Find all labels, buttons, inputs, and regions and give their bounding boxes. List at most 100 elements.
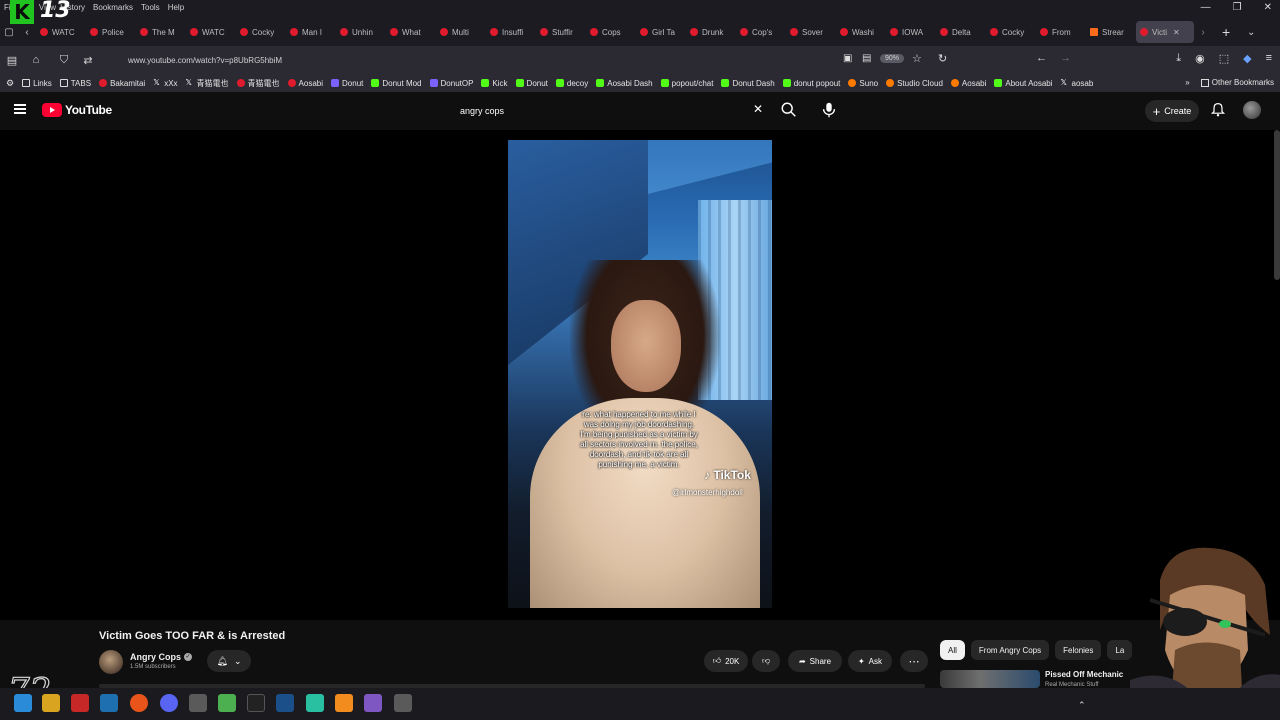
chip-felonies[interactable]: Felonies [1055, 640, 1102, 660]
guide-menu-icon[interactable] [14, 104, 26, 114]
browser-tab[interactable]: Girl Ta [636, 21, 686, 43]
browser-tab[interactable]: Unhin [336, 21, 386, 43]
reload-icon[interactable]: ↻ [938, 52, 947, 65]
bookmark-item[interactable]: Donut [331, 78, 363, 89]
notifications-bell-icon[interactable] [1210, 102, 1226, 118]
browser-tab[interactable]: Cocky [986, 21, 1036, 43]
bookmark-item[interactable]: Suno [848, 78, 878, 89]
app-icon-teal[interactable] [306, 694, 324, 712]
bookmark-item[interactable]: 𝕏aosab [1061, 78, 1094, 89]
bookmark-item[interactable]: Links [22, 78, 52, 89]
browser-tab[interactable]: Washi [836, 21, 886, 43]
bookmark-item[interactable]: popout/chat [660, 78, 713, 89]
restore-icon[interactable]: ❐ [1233, 2, 1242, 13]
extension-active-icon[interactable]: ◆ [1243, 52, 1251, 65]
browser-tab[interactable]: Drunk [686, 21, 736, 43]
bookmark-item[interactable]: Bakamitai [99, 78, 145, 89]
clear-search-icon[interactable]: ✕ [753, 102, 763, 116]
bookmarks-overflow-icon[interactable]: » [1185, 78, 1189, 87]
zoom-level-badge[interactable]: 90% [880, 54, 905, 63]
video-frame[interactable]: re: what happened to me while I was doin… [508, 140, 772, 608]
bookmark-star-icon[interactable]: ☆ [912, 52, 922, 65]
chip-from-angry-cops[interactable]: From Angry Cops [970, 640, 1050, 660]
home-icon[interactable]: ⌂ [24, 54, 48, 66]
back-icon[interactable]: ← [1036, 52, 1047, 64]
browser-tab[interactable]: From [1036, 21, 1086, 43]
chip-all[interactable]: All [940, 640, 965, 660]
browser-tab[interactable]: Strear [1086, 21, 1136, 43]
browser-tab[interactable]: Delta [936, 21, 986, 43]
browser-tab[interactable]: Cop's [736, 21, 786, 43]
browser-tab[interactable]: Stuffir [536, 21, 586, 43]
account-icon[interactable]: ◉ [1195, 52, 1205, 65]
address-bar[interactable]: www.youtube.com/watch?v=p8UbRG5hbiM 90% [128, 50, 958, 70]
recommended-title[interactable]: Pissed Off Mechanic [1045, 670, 1123, 679]
forward-icon[interactable]: → [1060, 52, 1071, 64]
bookmark-item[interactable]: donut popout [782, 78, 840, 89]
bookmark-item[interactable]: About Aosabi [994, 78, 1053, 89]
ask-button[interactable]: ✦ Ask [848, 650, 892, 672]
share-button[interactable]: ➦ Share [788, 650, 842, 672]
bookmark-item[interactable]: Aosabi [287, 78, 323, 89]
discord-icon[interactable] [160, 694, 178, 712]
bookmark-item[interactable]: DonutOP [429, 78, 473, 89]
recommended-thumbnail[interactable] [940, 670, 1040, 688]
bookmark-item[interactable]: Aosabi [950, 78, 986, 89]
bookmark-item[interactable]: Donut Mod [371, 78, 422, 89]
vlc-icon[interactable] [335, 694, 353, 712]
browser-tab[interactable]: IOWA [886, 21, 936, 43]
bookmark-item[interactable]: Donut [515, 78, 548, 89]
shield-icon[interactable]: ⛉ [52, 54, 76, 67]
search-icon[interactable] [780, 101, 798, 119]
tab-list-icon[interactable]: ▢ [0, 27, 18, 38]
new-tab-icon[interactable]: + [1222, 24, 1230, 40]
microphone-icon[interactable] [820, 100, 838, 120]
bookmark-item[interactable]: 𝕏 青猫電也 [186, 78, 229, 89]
bookmark-item[interactable]: Kick [481, 78, 508, 89]
search-input[interactable]: angry cops [450, 99, 775, 123]
browser-tab[interactable]: Cops [586, 21, 636, 43]
bookmark-item[interactable]: TABS [59, 78, 91, 89]
menu-bookmarks[interactable]: Bookmarks [93, 3, 133, 12]
bookmark-item[interactable]: Aosabi Dash [596, 78, 653, 89]
browser-tab[interactable]: The M [136, 21, 186, 43]
close-window-icon[interactable]: ✕ [1264, 2, 1272, 13]
bookmark-item[interactable]: 青猫電也 [236, 78, 280, 89]
menu-tools[interactable]: Tools [141, 3, 160, 12]
app-menu-icon[interactable]: ≡ [1266, 52, 1272, 65]
account-avatar[interactable] [1243, 101, 1261, 119]
sidebar-toggle-icon[interactable]: ▤ [0, 54, 24, 67]
bookmark-item[interactable]: Donut Dash [721, 78, 775, 89]
browser-tab[interactable]: What [386, 21, 436, 43]
steam-icon[interactable] [100, 694, 118, 712]
channel-avatar[interactable] [99, 650, 123, 674]
channel-name[interactable]: Angry Cops ✓ [130, 652, 193, 662]
browser-tab[interactable]: Insuffi [486, 21, 536, 43]
file-explorer-icon[interactable] [42, 694, 60, 712]
downloads-icon[interactable]: ⤓ [1176, 52, 1181, 65]
app-icon-dark[interactable] [247, 694, 265, 712]
subscribed-notifications-button[interactable]: 🔔︎ ⌄ [207, 650, 251, 672]
app-icon-purple[interactable] [364, 694, 382, 712]
browser-tab[interactable]: Man I [286, 21, 336, 43]
video-player[interactable]: re: what happened to me while I was doin… [0, 130, 1280, 620]
minimize-icon[interactable]: — [1201, 2, 1211, 13]
create-button[interactable]: + Create [1145, 100, 1199, 122]
dislike-button[interactable]: 👎︎ [752, 650, 780, 672]
permissions-icon[interactable]: ⇄ [76, 54, 100, 67]
browser-tab[interactable]: WATC [186, 21, 236, 43]
tab-overflow-icon[interactable]: ⌄ [1242, 27, 1260, 38]
bookmark-item[interactable]: decoy [555, 78, 588, 89]
like-button[interactable]: 👍︎ 20K [704, 650, 748, 672]
chip-latest[interactable]: La [1107, 640, 1133, 660]
close-tab-icon[interactable]: ✕ [1173, 28, 1180, 37]
browser-tab[interactable]: Sover [786, 21, 836, 43]
browser-tab[interactable]: Victi ✕ [1136, 21, 1194, 43]
extensions-icon[interactable]: ⬚ [1219, 52, 1229, 65]
firefox-icon[interactable] [130, 694, 148, 712]
reader-view-icon[interactable]: ▤ [862, 53, 871, 64]
app-icon-red[interactable] [71, 694, 89, 712]
bookmark-item[interactable]: 𝕏xXx [153, 78, 177, 89]
app-icon-gray-2[interactable] [394, 694, 412, 712]
page-scrollbar[interactable] [1274, 130, 1280, 280]
